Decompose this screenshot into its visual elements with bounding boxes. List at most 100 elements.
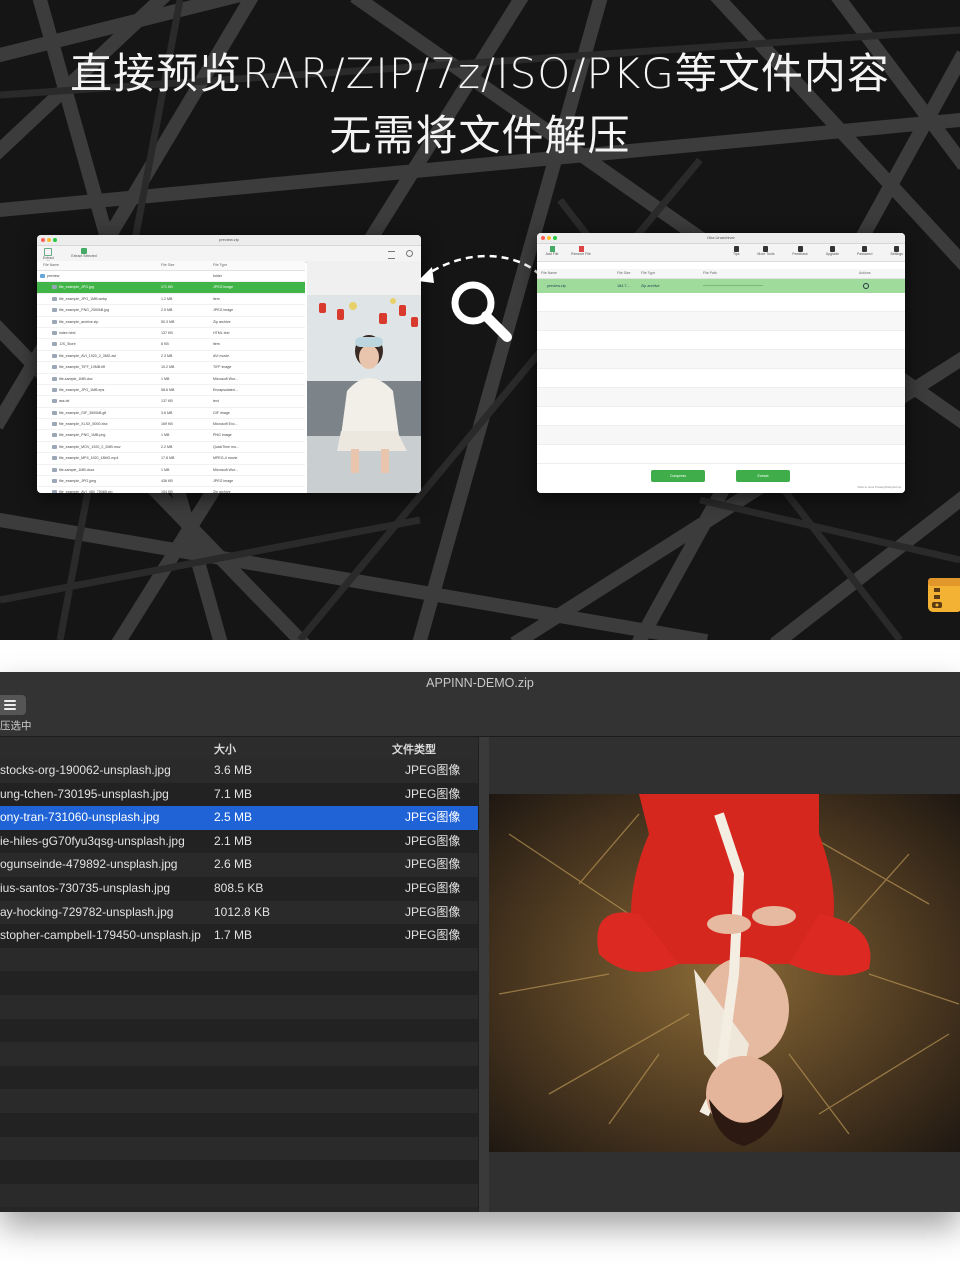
archive-viewer-window: APPINN-DEMO.zip 压选中 大小 文件类型 stocks-org-1… bbox=[0, 672, 960, 1212]
empty-row bbox=[0, 1089, 478, 1113]
woman-photo bbox=[307, 261, 421, 493]
promo-headline: 直接预览RAR/ZIP/7z/ISO/PKG等文件内容 bbox=[70, 49, 890, 98]
file-name: ung-tchen-730195-unsplash.jpg bbox=[0, 786, 169, 801]
mini-file-row: file_example_AVI_1920_2_3MG.avi 2.3 MB AVI… bbox=[37, 351, 305, 363]
file-type: JPEG图像 bbox=[405, 904, 461, 919]
mini-file-row: file_example_PNG_1MB.png 1 MB PNG image bbox=[37, 430, 305, 442]
mini-file-row: file_example_JPG_1MB.webp 1.2 MB item bbox=[37, 294, 305, 306]
mini-titlebar: preview.zip bbox=[37, 235, 421, 246]
empty-row bbox=[0, 1065, 478, 1090]
mini-right-row: preview.zip 184.7... Zip archive bbox=[537, 279, 905, 293]
mini-file-row: file_example_MOV_1920_2_2MB.mov 2.2 MB Qui… bbox=[37, 442, 305, 454]
preview-window-screenshot: preview.zip Extract All Extract Selected… bbox=[37, 235, 421, 493]
app-screenshot-section: APPINN-DEMO.zip 压选中 大小 文件类型 stocks-org-1… bbox=[0, 640, 960, 1280]
file-size: 3.6 MB bbox=[214, 763, 253, 777]
empty-row bbox=[0, 1160, 478, 1184]
mini-file-row: file_example_JPG_1MB.eps 58.6 MB Encapsula… bbox=[37, 385, 305, 397]
mini-extract-selected: Extract Selected bbox=[71, 254, 97, 258]
mini-file-row: file_example_TIFF_10MB.tiff 10.2 MB TIFF i… bbox=[37, 362, 305, 374]
file-size: 1.7 MB bbox=[214, 928, 253, 943]
empty-row bbox=[0, 947, 478, 972]
mini-tool-3: Upgrade bbox=[826, 246, 839, 256]
window-title: APPINN-DEMO.zip bbox=[426, 676, 534, 690]
mini-tool-2: Feedback bbox=[792, 246, 808, 256]
preview-photo bbox=[489, 794, 960, 1152]
file-name: stopher-campbell-179450-unsplash.jp bbox=[0, 928, 201, 943]
mini-file-row: preview folder bbox=[37, 271, 305, 283]
file-row[interactable]: ogunseinde-479892-unsplash.jpg 2.6 MB JPEG… bbox=[0, 853, 478, 877]
file-name: ius-santos-730735-unsplash.jpg bbox=[0, 881, 171, 895]
mini-extract-button: Extract bbox=[736, 470, 790, 482]
extract-selected-label: 压选中 bbox=[0, 720, 32, 732]
file-row[interactable]: ung-tchen-730195-unsplash.jpg 7.1 MB JPEG图… bbox=[0, 782, 478, 807]
file-name: ony-tran-731060-unsplash.jpg bbox=[0, 810, 160, 825]
mini-file-row: file_example_archive.zip 50.3 MB Zip archi… bbox=[37, 317, 305, 328]
column-header-type[interactable]: 文件类型 bbox=[392, 741, 436, 757]
file-name: ay-hocking-729782-unsplash.jpg bbox=[0, 904, 174, 919]
mini-tool-0: Tips bbox=[733, 246, 739, 256]
mini-right-title: Oka Unarchiver bbox=[707, 235, 735, 240]
mini-file-row: file_example_GIF_3500kB.gif 3.6 MB GIF ima… bbox=[37, 408, 305, 420]
empty-row bbox=[0, 971, 478, 995]
archive-app-icon bbox=[928, 578, 960, 612]
file-size: 7.1 MB bbox=[214, 786, 253, 801]
file-size: 2.1 MB bbox=[214, 833, 253, 848]
mini-file-row: file_example_JPG.jpg 171 KB JPEG image bbox=[37, 282, 305, 294]
empty-row bbox=[0, 1183, 478, 1208]
file-type: JPEG图像 bbox=[405, 928, 461, 943]
mini-right-body: File Name File Size File Type File Path … bbox=[537, 269, 905, 493]
mini-file-row: file-sample_1MB.docx 1 MB Microsoft Wor... bbox=[37, 465, 305, 477]
mini-file-row: ass.txt 137 KB text bbox=[37, 396, 305, 408]
file-size: 808.5 KB bbox=[214, 881, 264, 895]
mini-tool-4: Password bbox=[857, 246, 872, 256]
mini-file-list: File Name File Size File Type preview fol… bbox=[37, 261, 305, 493]
mini-footer: Click to view PrivacyPolicy/terms bbox=[857, 485, 901, 489]
search-icon bbox=[863, 283, 869, 289]
mini-compress-button: Compress bbox=[651, 470, 705, 482]
window-titlebar: APPINN-DEMO.zip 压选中 bbox=[0, 672, 960, 737]
empty-row bbox=[0, 1018, 478, 1043]
file-row[interactable]: ie-hiles-gG70fyu3qsg-unsplash.jpg 2.1 MB J… bbox=[0, 829, 478, 854]
file-type: JPEG图像 bbox=[405, 810, 461, 825]
file-name: ie-hiles-gG70fyu3qsg-unsplash.jpg bbox=[0, 833, 185, 848]
file-row[interactable]: ay-hocking-729782-unsplash.jpg 1012.8 KB J… bbox=[0, 900, 478, 925]
mini-file-row: file_example_MP4_1920_18MG.mp4 17.8 MB MPE… bbox=[37, 453, 305, 465]
file-size: 2.5 MB bbox=[214, 810, 253, 825]
empty-row bbox=[0, 1042, 478, 1066]
mini-preview-pane bbox=[307, 261, 421, 493]
file-list-header: 大小 文件类型 bbox=[0, 737, 478, 760]
file-type: JPEG图像 bbox=[405, 763, 461, 777]
empty-row bbox=[0, 1113, 478, 1137]
filter-icon bbox=[388, 251, 395, 259]
file-type: JPEG图像 bbox=[405, 881, 461, 895]
mini-file-header: File Name File Size File Type bbox=[37, 261, 305, 271]
preview-pane bbox=[489, 737, 960, 1212]
file-size: 2.6 MB bbox=[214, 857, 253, 872]
file-row[interactable]: ius-santos-730735-unsplash.jpg 808.5 KB JP… bbox=[0, 877, 478, 901]
file-row[interactable]: ony-tran-731060-unsplash.jpg 2.5 MB JPEG图像 bbox=[0, 806, 478, 830]
mini-right-titlebar: Oka Unarchiver bbox=[537, 233, 905, 244]
mini-file-row: file_example_PNG_2500kB.jpg 2.5 MB JPEG im… bbox=[37, 305, 305, 317]
column-header-size[interactable]: 大小 bbox=[214, 741, 236, 757]
promo-banner: 直接预览RAR/ZIP/7z/ISO/PKG等文件内容 无需将文件解压 prev… bbox=[0, 0, 960, 640]
file-row[interactable]: stopher-campbell-179450-unsplash.jp 1.7 M… bbox=[0, 924, 478, 948]
promo-subheadline: 无需将文件解压 bbox=[329, 111, 631, 160]
mini-file-row: file_example_AVI_480_750kB.zip 154 KB Zip … bbox=[37, 487, 305, 493]
file-type: JPEG图像 bbox=[405, 786, 461, 801]
magnifier-icon bbox=[451, 281, 512, 342]
mini-file-row: index.html 137 KB HTML text bbox=[37, 328, 305, 340]
file-size: 1012.8 KB bbox=[214, 904, 271, 919]
file-name: ogunseinde-479892-unsplash.jpg bbox=[0, 857, 178, 872]
empty-row bbox=[0, 1136, 478, 1161]
file-row[interactable]: stocks-org-190062-unsplash.jpg 3.6 MB JPEG… bbox=[0, 759, 478, 783]
mini-tool-5: Settings bbox=[890, 246, 903, 256]
file-type: JPEG图像 bbox=[405, 833, 461, 848]
file-list: stocks-org-190062-unsplash.jpg 3.6 MB JPEG… bbox=[0, 759, 478, 1212]
mini-file-row: .DS_Store 6 KB item bbox=[37, 339, 305, 351]
mini-file-row: file_example_XLSX_5000.xlsx 169 KB Microso… bbox=[37, 419, 305, 431]
extract-selected-button[interactable] bbox=[0, 695, 26, 715]
mini-file-row: file_example_JPG.jpeg 436 KB JPEG image bbox=[37, 476, 305, 488]
mini-right-toolbar: Add File Remove File Tips More Tools Feedb… bbox=[537, 244, 905, 262]
mini-tool-1: More Tools bbox=[757, 246, 774, 256]
file-name: stocks-org-190062-unsplash.jpg bbox=[0, 763, 171, 777]
